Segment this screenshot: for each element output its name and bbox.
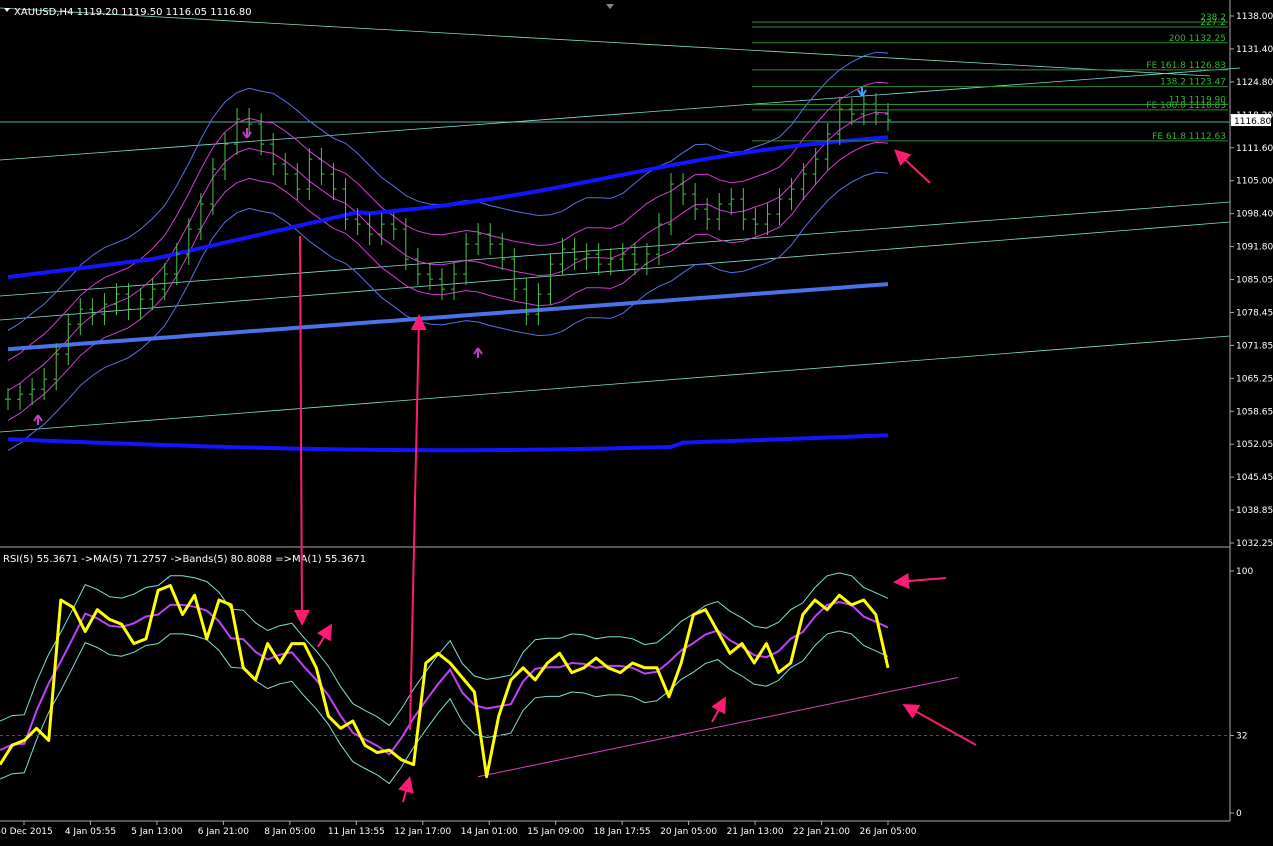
price-tick-label: 1058.65 — [1236, 407, 1273, 417]
annotation-arrow — [316, 623, 333, 648]
rsi-trend-line — [477, 676, 959, 778]
rsi-line — [0, 584, 890, 779]
rsi-indicator-title: RSI(5) 55.3671 ->MA(5) 71.2757 ->Bands(5… — [3, 554, 366, 565]
annotation-arrow — [893, 573, 947, 589]
price-tick-label: 1105.00 — [1236, 177, 1273, 187]
current-price-label: 1116.80 — [1234, 117, 1271, 127]
rsi-band-lower — [0, 630, 889, 785]
fib-level-label: FE 61.8 1112.63 — [1152, 132, 1226, 142]
rsi-indicator-lines — [0, 572, 1230, 785]
time-tick-label: 18 Jan 17:55 — [594, 827, 651, 837]
annotation-arrow — [711, 696, 726, 723]
time-tick-label: 6 Jan 21:00 — [198, 827, 250, 837]
price-tick-label: 1045.45 — [1236, 473, 1273, 483]
price-pane: 238.2227.2200 1132.25FE 161.8 1126.83138… — [0, 0, 1273, 822]
time-tick-label: 30 Dec 2015 — [0, 827, 53, 837]
price-tick-label: 1098.40 — [1236, 210, 1273, 220]
price-pane-background — [0, 0, 1230, 545]
fib-level-label: 200 1132.25 — [1169, 34, 1226, 44]
time-tick-label: 21 Jan 13:00 — [727, 827, 784, 837]
price-tick-label: 1038.85 — [1236, 506, 1273, 516]
price-tick-label: 1124.80 — [1236, 78, 1273, 88]
time-tick-label: 12 Jan 17:00 — [394, 827, 451, 837]
rsi-moving-average — [0, 600, 889, 756]
time-tick-label: 20 Jan 05:00 — [660, 827, 717, 837]
rsi-tick-label: 0 — [1236, 809, 1242, 819]
price-tick-label: 1065.25 — [1236, 374, 1273, 384]
rsi-band-upper — [0, 572, 889, 727]
rsi-tick-label: 100 — [1236, 567, 1253, 577]
price-tick-label: 1138.00 — [1236, 12, 1273, 22]
fib-level-label: 138.2 1123.47 — [1160, 78, 1226, 88]
rsi-pane: 100 32 0 RSI(5) 55.3671 ->MA(5) 71.2757 ->… — [0, 554, 1253, 819]
time-tick-label: 4 Jan 05:55 — [65, 827, 116, 837]
price-tick-label: 1078.45 — [1236, 308, 1273, 318]
annotation-arrow — [902, 704, 977, 746]
time-axis: 30 Dec 2015 4 Jan 05:55 5 Jan 13:00 6 Jan 2… — [0, 821, 917, 837]
price-tick-label: 1131.40 — [1236, 45, 1273, 55]
rsi-axis: 100 32 0 — [1230, 567, 1253, 819]
rsi-tick-label: 32 — [1236, 732, 1247, 742]
annotation-arrow — [398, 776, 414, 803]
price-tick-label: 1052.05 — [1236, 440, 1273, 450]
price-chart-title: XAUUSD,H4 1119.20 1119.50 1116.05 1116.8… — [14, 7, 252, 18]
price-tick-label: 1071.85 — [1236, 341, 1273, 351]
fib-level-label: FE 100.0 1118.83 — [1146, 101, 1226, 111]
price-tick-label: 1085.05 — [1236, 276, 1273, 286]
fib-level-label: 227.2 — [1200, 18, 1226, 28]
price-tick-label: 1091.80 — [1236, 243, 1273, 253]
time-tick-label: 8 Jan 05:00 — [264, 827, 316, 837]
price-axis: 1138.001131.401124.801118.201111.601105.… — [1230, 12, 1273, 549]
time-tick-label: 22 Jan 21:00 — [793, 827, 850, 837]
time-tick-label: 15 Jan 09:00 — [527, 827, 584, 837]
time-tick-label: 11 Jan 13:55 — [328, 827, 385, 837]
fib-level-label: FE 161.8 1126.83 — [1146, 61, 1226, 71]
time-tick-label: 14 Jan 01:00 — [461, 827, 518, 837]
price-tick-label: 1032.25 — [1236, 539, 1273, 549]
time-tick-label: 26 Jan 05:00 — [860, 827, 917, 837]
price-tick-label: 1111.60 — [1236, 144, 1273, 154]
chart-canvas[interactable]: 238.2227.2200 1132.25FE 161.8 1126.83138… — [0, 0, 1273, 846]
time-tick-label: 5 Jan 13:00 — [131, 827, 183, 837]
